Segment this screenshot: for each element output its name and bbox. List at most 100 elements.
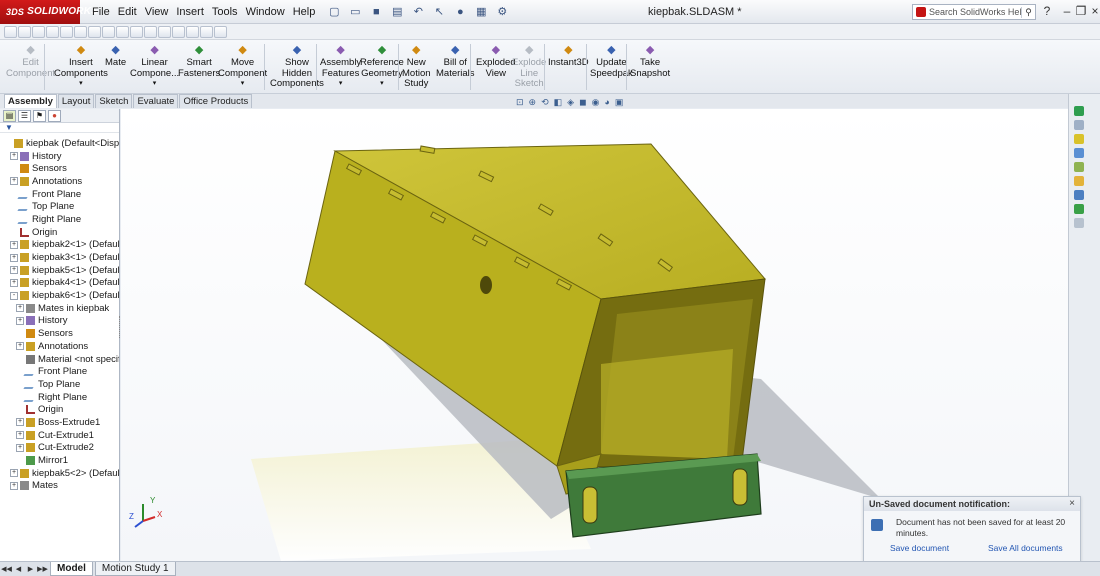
exploded-view-button[interactable]: ◆ Exploded View: [476, 44, 516, 79]
toolbar-button-icon[interactable]: [200, 25, 213, 38]
toolbar-button-icon[interactable]: [186, 25, 199, 38]
tab-layout[interactable]: Layout: [57, 94, 95, 108]
bottom-tab-motion-study-1[interactable]: Motion Study 1: [94, 562, 176, 576]
bottom-tab-model[interactable]: Model: [50, 562, 93, 576]
last-tab-icon[interactable]: ▶▶: [37, 564, 48, 575]
snapshot-button[interactable]: ◆ Take Snapshot: [630, 44, 670, 79]
tree-item[interactable]: + kiepbak2<1> (Defaul: [0, 239, 119, 252]
next-tab-icon[interactable]: ▶: [25, 564, 36, 575]
menu-item-file[interactable]: File: [88, 0, 114, 24]
tab-sketch[interactable]: Sketch: [95, 94, 133, 108]
appearances-icon[interactable]: [1074, 176, 1084, 186]
search-results-icon[interactable]: [1074, 148, 1084, 158]
toolbar-button-icon[interactable]: [4, 25, 17, 38]
zoom-area-icon[interactable]: ⊕: [529, 97, 537, 108]
rebuild-icon[interactable]: ●: [451, 4, 469, 20]
tree-item[interactable]: + Mates: [0, 480, 119, 493]
graphics-area[interactable]: Y X Z ▭ ❐ ▬ ×: [121, 109, 1068, 561]
hide-show-icon[interactable]: ◉: [592, 97, 600, 108]
toolbar-button-icon[interactable]: [32, 25, 45, 38]
tab-evaluate[interactable]: Evaluate: [133, 94, 179, 108]
tree-item[interactable]: Sensors: [0, 162, 119, 175]
expand-icon[interactable]: +: [16, 443, 24, 452]
scenes-icon[interactable]: [1074, 204, 1084, 214]
menu-item-view[interactable]: View: [141, 0, 173, 24]
expand-icon[interactable]: +: [16, 431, 24, 440]
options-icon[interactable]: ⚙: [493, 4, 511, 20]
dropdown-arrow-icon[interactable]: ▾: [218, 79, 267, 90]
display-style-icon[interactable]: ◼: [579, 97, 586, 108]
menu-item-insert[interactable]: Insert: [172, 0, 208, 24]
dropdown-arrow-icon[interactable]: ▾: [320, 79, 361, 90]
dropdown-arrow-icon[interactable]: ▾: [54, 79, 108, 90]
tree-item[interactable]: + Mates in kiepbak: [0, 302, 119, 315]
dropdown-arrow-icon[interactable]: ▾: [130, 79, 179, 90]
edit-appearance-icon[interactable]: ◕: [604, 97, 609, 108]
view-palette-icon[interactable]: [1074, 162, 1084, 172]
tree-item[interactable]: + kiepbak5<1> (Defaul: [0, 264, 119, 277]
expand-icon[interactable]: +: [16, 342, 24, 351]
explode-line-button[interactable]: ◆ Explode Line Sketch: [512, 44, 546, 90]
expand-icon[interactable]: +: [10, 469, 18, 478]
tree-item[interactable]: Front Plane: [0, 365, 119, 378]
tree-item[interactable]: + Boss-Extrude1: [0, 416, 119, 429]
print-icon[interactable]: ▤: [388, 4, 406, 20]
toolbar-button-icon[interactable]: [18, 25, 31, 38]
tree-item[interactable]: Material <not specifi: [0, 353, 119, 366]
tree-item[interactable]: Sensors: [0, 327, 119, 340]
expand-icon[interactable]: +: [10, 278, 18, 287]
tree-item[interactable]: Right Plane: [0, 213, 119, 226]
tree-item[interactable]: Front Plane: [0, 188, 119, 201]
instant3d-button[interactable]: ◆ Instant3D: [548, 44, 589, 69]
solidworks-logo[interactable]: 3DS SOLIDWORKS: [0, 0, 98, 24]
help-search-input[interactable]: Search SolidWorks Help: [926, 7, 1021, 17]
file-properties-icon[interactable]: ▦: [472, 4, 490, 20]
menu-item-edit[interactable]: Edit: [114, 0, 141, 24]
move-component-button[interactable]: ◆ Move Component ▾: [218, 44, 267, 90]
tree-item[interactable]: - kiepbak6<1> (Defaul: [0, 289, 119, 302]
search-icon[interactable]: ⚲: [1021, 6, 1035, 18]
tree-item[interactable]: + kiepbak4<1> (Defaul: [0, 277, 119, 290]
forum-icon[interactable]: [1074, 218, 1084, 228]
motion-study-button[interactable]: ◆ New Motion Study: [402, 44, 431, 90]
prev-tab-icon[interactable]: ◀: [13, 564, 24, 575]
close-icon[interactable]: ×: [1069, 497, 1075, 510]
bom-button[interactable]: ◆ Bill of Materials: [436, 44, 475, 79]
toolbar-button-icon[interactable]: [60, 25, 73, 38]
toolbar-button-icon[interactable]: [172, 25, 185, 38]
expand-icon[interactable]: +: [10, 177, 18, 186]
design-library-icon[interactable]: [1074, 120, 1084, 130]
tree-item[interactable]: + kiepbak5<2> (Defaul: [0, 467, 119, 480]
toolbar-button-icon[interactable]: [102, 25, 115, 38]
assembly-features-button[interactable]: ◆ Assembly Features ▾: [320, 44, 361, 90]
help-search-box[interactable]: Search SolidWorks Help ⚲: [912, 4, 1036, 20]
tab-office-products[interactable]: Office Products: [179, 94, 253, 108]
menu-item-window[interactable]: Window: [242, 0, 289, 24]
collapse-icon[interactable]: -: [10, 291, 18, 300]
expand-icon[interactable]: +: [10, 481, 18, 490]
previous-view-icon[interactable]: ⟲: [541, 97, 549, 108]
save-all-documents-link[interactable]: Save All documents: [988, 543, 1063, 553]
select-pointer-icon[interactable]: ↖: [430, 4, 448, 20]
expand-icon[interactable]: +: [16, 418, 24, 427]
tree-item[interactable]: Right Plane: [0, 391, 119, 404]
toolbar-button-icon[interactable]: [46, 25, 59, 38]
tree-item[interactable]: + kiepbak3<1> (Defaul: [0, 251, 119, 264]
section-view-icon[interactable]: ◧: [554, 97, 563, 108]
toolbar-button-icon[interactable]: [88, 25, 101, 38]
menu-item-help[interactable]: Help: [289, 0, 320, 24]
resources-icon[interactable]: [1074, 106, 1084, 116]
restore-icon[interactable]: ❐: [1074, 0, 1088, 24]
tree-item[interactable]: kiepbak (Default<Displ: [0, 137, 119, 150]
expand-icon[interactable]: +: [10, 152, 18, 161]
mate-button[interactable]: ◆ Mate: [105, 44, 126, 69]
tree-item[interactable]: + History: [0, 150, 119, 163]
tree-item[interactable]: + History: [0, 315, 119, 328]
first-tab-icon[interactable]: ◀◀: [1, 564, 12, 575]
feature-tree-tab-icon[interactable]: ▤: [3, 109, 16, 122]
toolbar-button-icon[interactable]: [74, 25, 87, 38]
edit-component-button[interactable]: ◆ Edit Component: [6, 44, 55, 79]
tree-item[interactable]: Top Plane: [0, 200, 119, 213]
tree-item[interactable]: Mirror1: [0, 454, 119, 467]
insert-components-button[interactable]: ◆ Insert Components ▾: [54, 44, 108, 90]
